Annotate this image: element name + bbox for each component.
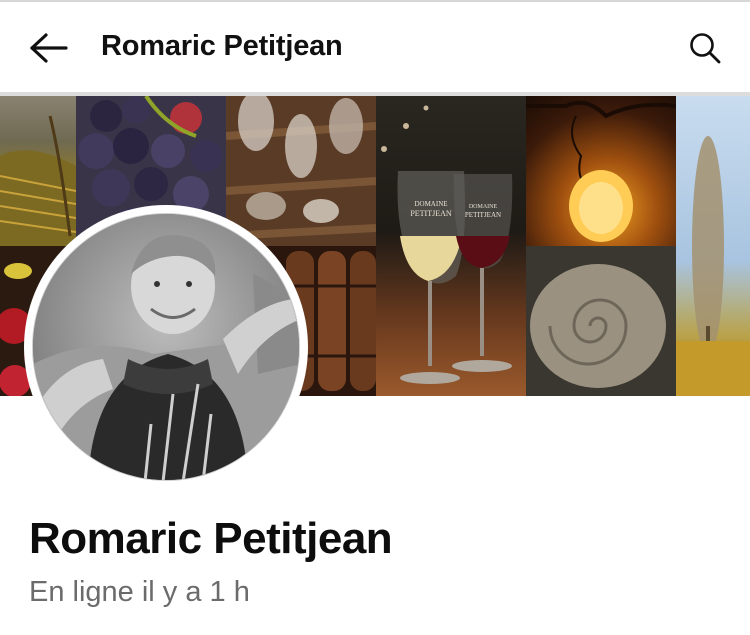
cover-tile-poplar (676, 96, 750, 396)
cover-tile-cellar (226, 96, 376, 246)
cover-tile-vineyard (0, 96, 76, 246)
online-status: En ligne il y a 1 h (29, 576, 250, 608)
search-icon (690, 33, 721, 64)
glass-brand-1: DOMAINE (414, 200, 447, 208)
search-button[interactable] (683, 26, 727, 70)
cover-tile-ammonite (526, 246, 676, 396)
back-button[interactable] (26, 26, 70, 70)
cover-tile-wine-glasses: DOMAINE PETITJEAN DOMAINE PETITJEAN (376, 96, 526, 396)
glass-brand-3: DOMAINE (469, 204, 498, 210)
arrow-left-icon (30, 33, 68, 63)
header-title: Romaric Petitjean (101, 30, 343, 62)
profile-name: Romaric Petitjean (29, 514, 393, 563)
cover-tile-sunset (526, 96, 676, 246)
avatar[interactable] (32, 213, 300, 481)
glass-brand-4: PETITJEAN (465, 211, 501, 219)
profile-picture-frame[interactable] (24, 205, 308, 489)
glass-brand-2: PETITJEAN (410, 209, 452, 218)
app-header: Romaric Petitjean (0, 2, 750, 92)
